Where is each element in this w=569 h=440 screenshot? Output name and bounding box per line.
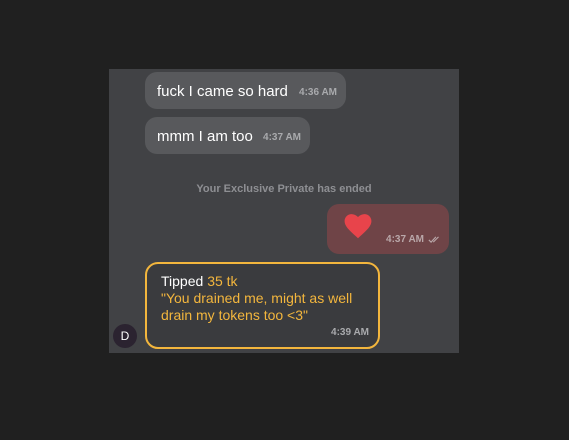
message-time: 4:36 AM [299,87,337,98]
tip-amount: 35 tk [207,273,238,289]
tip-header: Tipped 35 tk [161,273,238,289]
tip-message: Tipped 35 tk "You drained me, might as w… [145,262,380,349]
tip-label: Tipped [161,273,204,289]
outgoing-message: 4:37 AM [327,204,449,254]
heart-icon [344,214,372,239]
message-text: fuck I came so hard [157,83,288,100]
message-time: 4:37 AM [386,234,424,245]
message-meta: 4:37 AM [386,234,442,245]
chat-panel: fuck I came so hard 4:36 AM mmm I am too… [109,69,459,353]
avatar[interactable]: D [113,324,137,348]
incoming-message: fuck I came so hard 4:36 AM [145,72,346,109]
double-check-icon [428,236,439,243]
incoming-message: mmm I am too 4:37 AM [145,117,310,154]
tip-note: "You drained me, might as well drain my … [161,290,353,323]
message-time: 4:37 AM [263,132,301,143]
message-time: 4:39 AM [331,327,369,338]
message-text: mmm I am too [157,128,253,145]
system-note: Your Exclusive Private has ended [196,183,372,195]
